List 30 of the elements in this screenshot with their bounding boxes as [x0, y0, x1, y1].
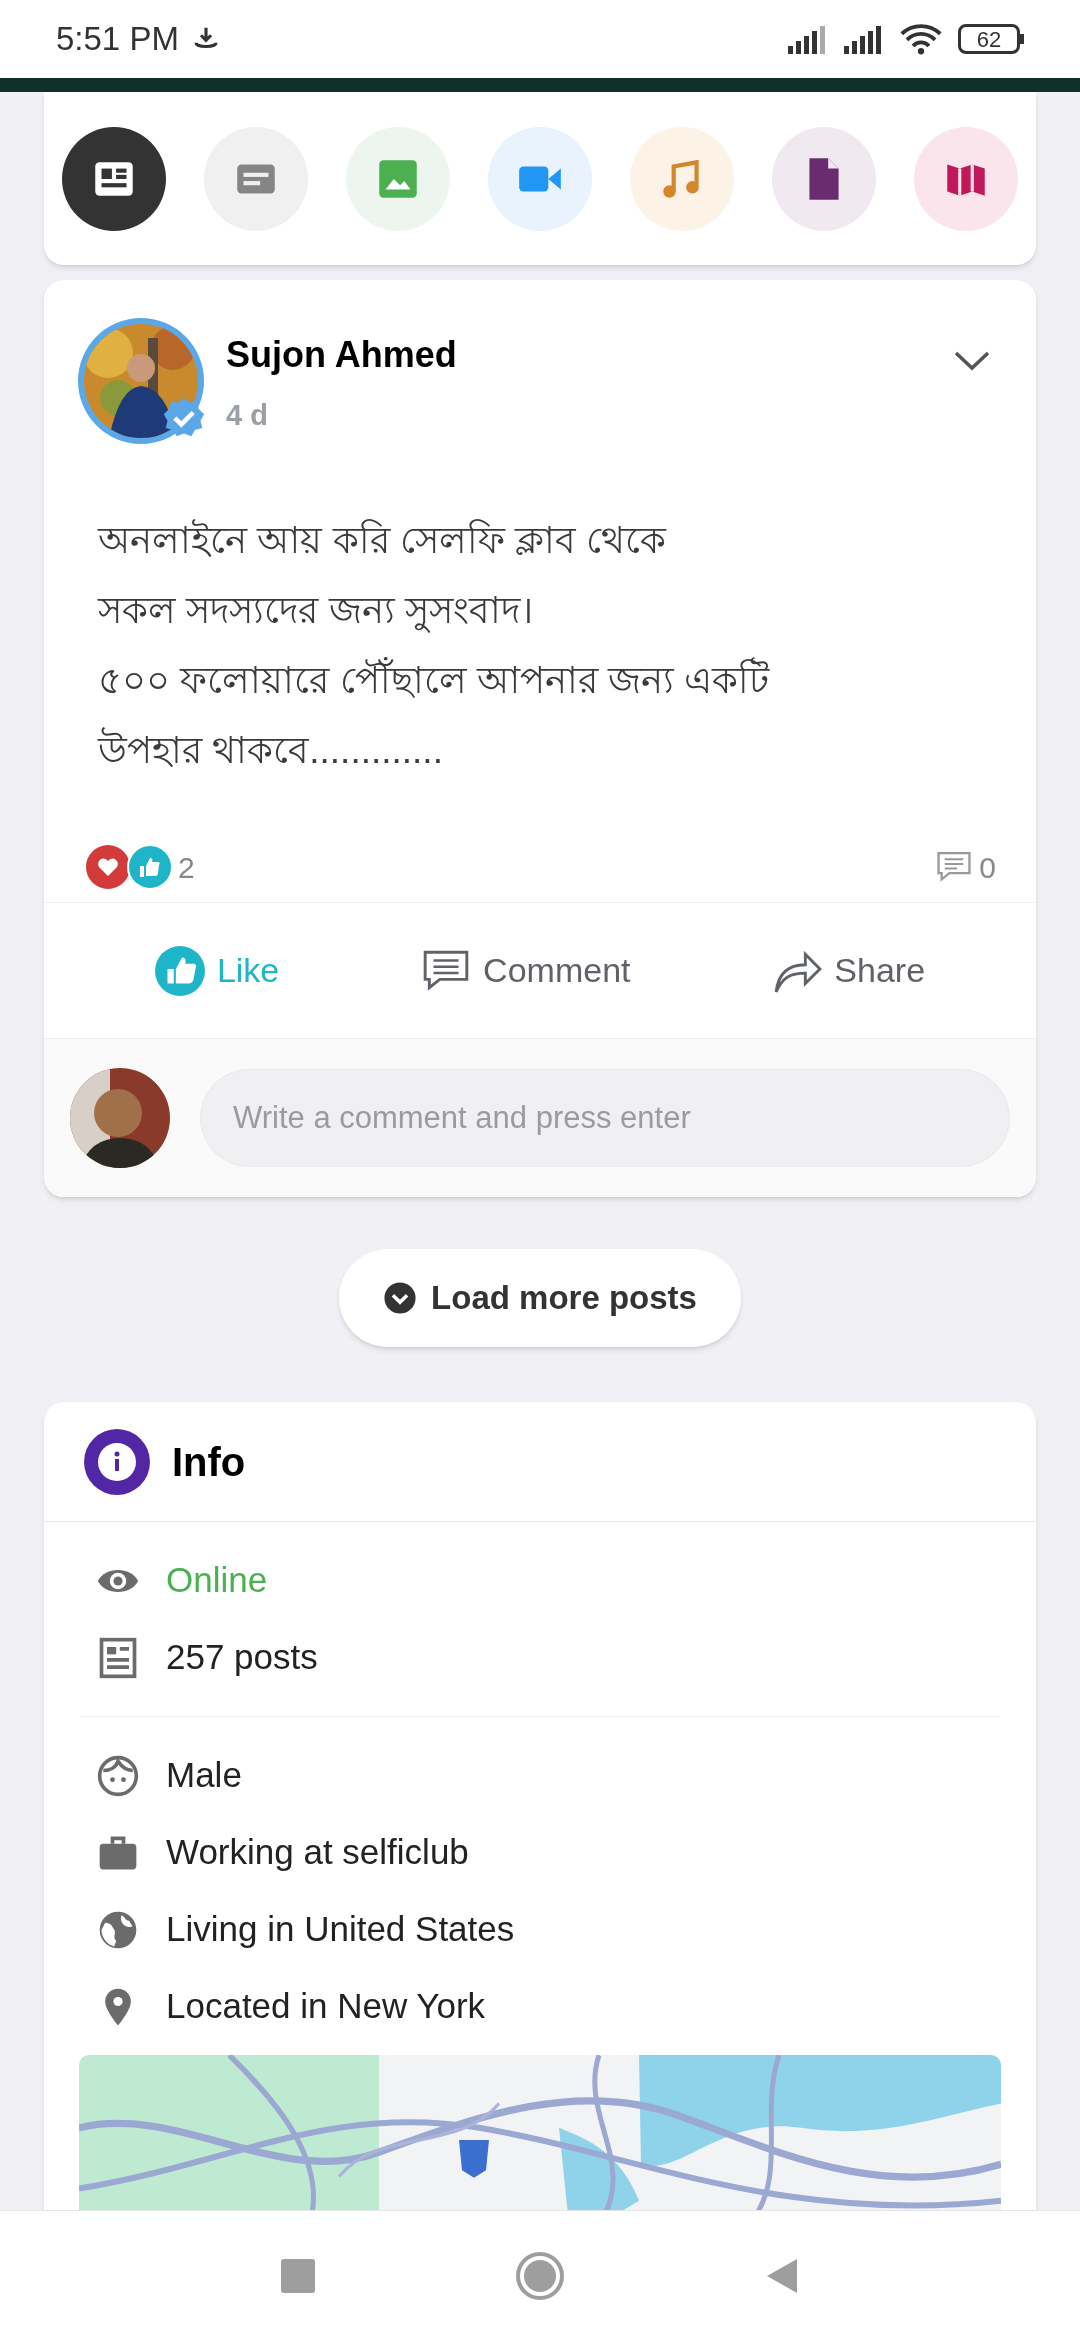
comment-input[interactable]: Write a comment and press enter: [200, 1069, 1010, 1167]
info-icon: [84, 1428, 150, 1495]
signal-icon: [844, 24, 884, 54]
back-triangle-icon[interactable]: [765, 2256, 799, 2295]
post-text: অনলাইনে আয় করি সেলফি ক্লাব থেকে সকল সদস্যদের জন্য সুসংবাদ। ৫০০ ফলোয়ারে পৌঁছালে আপনার জন্য একটি উপহার থাকবে.............: [98, 518, 771, 773]
comment-button[interactable]: Comment: [421, 945, 631, 996]
reaction-count: 2: [178, 849, 195, 886]
square-icon[interactable]: [281, 2258, 315, 2293]
info-title: Info: [172, 1438, 246, 1486]
info-text: Living in United States: [166, 1908, 515, 1951]
info-text: 257 posts: [166, 1636, 318, 1679]
share-button[interactable]: Share: [772, 945, 926, 996]
speech-bubble-icon: [935, 850, 974, 884]
info-text: Male: [166, 1754, 242, 1797]
thumbs-up-icon: [154, 945, 205, 996]
info-text: Online: [166, 1559, 268, 1602]
info-text: Working at selficlub: [166, 1831, 469, 1874]
battery-level: 62: [976, 25, 1002, 54]
post-time: 4 d: [226, 398, 269, 433]
comment-count: 0: [979, 849, 996, 886]
status-time: 5:51 PM: [56, 19, 179, 60]
info-text: Located in New York: [166, 1985, 486, 2028]
face-icon: [96, 1753, 140, 1798]
signal-icon: [788, 24, 828, 54]
home-circle-icon[interactable]: [515, 2250, 565, 2301]
wifi-icon: [900, 23, 942, 55]
reaction-icons[interactable]: [84, 843, 174, 891]
load-more-button[interactable]: Load more posts: [339, 1249, 741, 1347]
author-name[interactable]: Sujon Ahmed: [226, 328, 457, 382]
chevron-circle-icon: [383, 1281, 418, 1315]
